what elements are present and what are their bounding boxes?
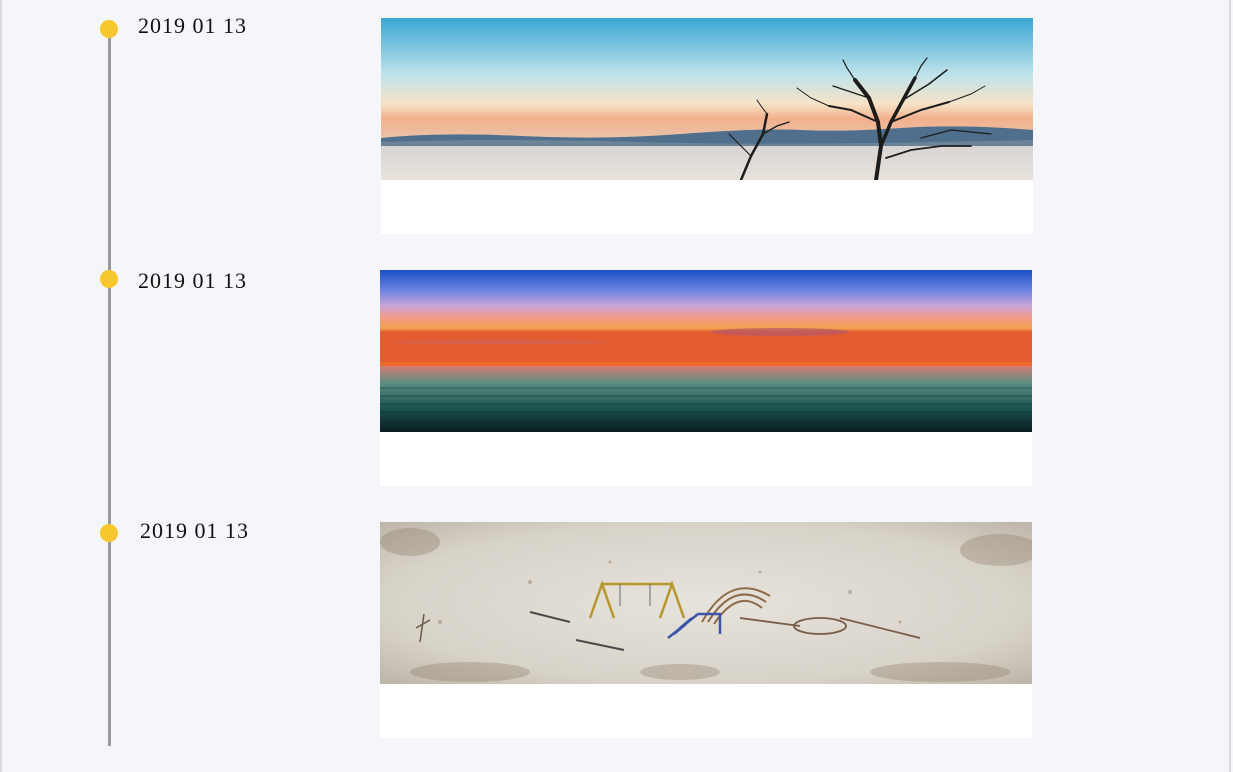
timeline-card[interactable] [381, 18, 1033, 234]
card-photo-lake[interactable] [381, 18, 1033, 180]
card-caption [380, 432, 1032, 486]
timeline-card[interactable] [380, 522, 1032, 738]
card-photo-miniature-playground[interactable] [380, 522, 1032, 684]
timeline-dot [100, 20, 118, 38]
card-photo-sunset-sea[interactable] [380, 270, 1032, 432]
entry-date: 2019 01 13 [138, 268, 247, 293]
timeline-dot [100, 270, 118, 288]
entry-date: 2019 01 13 [140, 518, 249, 543]
card-caption [380, 684, 1032, 738]
card-caption [381, 180, 1033, 234]
entry-date: 2019 01 13 [138, 13, 247, 38]
timeline-card[interactable] [380, 270, 1032, 486]
timeline-line [108, 28, 111, 746]
timeline-dot [100, 524, 118, 542]
